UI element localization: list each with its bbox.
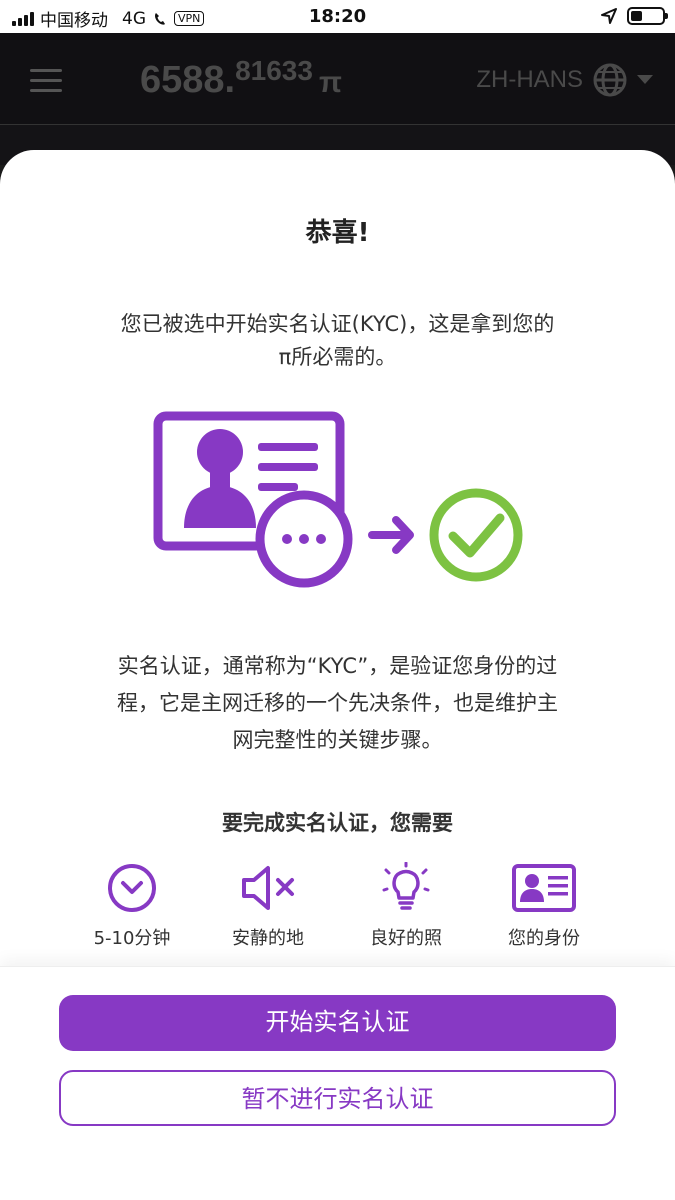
desc-line-2: 程，它是主网迁移的一个先决条件，也是维护主 (117, 691, 558, 715)
requirement-good-lighting: 良好的照 (336, 862, 476, 950)
pi-symbol: π (318, 66, 342, 99)
hamburger-menu-icon[interactable] (30, 69, 62, 99)
requirement-label: 良好的照 (370, 928, 442, 949)
modal-title: 恭喜! (305, 218, 370, 248)
app-header: 6588.81633 π ZH-HANS (0, 33, 675, 125)
status-time: 18:20 (308, 6, 367, 27)
requirements-title: 要完成实名认证，您需要 (222, 811, 453, 835)
chevron-down-icon (637, 75, 653, 84)
requirement-quiet-place: 安静的地 (198, 862, 338, 950)
requirement-identity-document: 您的身份 (474, 862, 614, 950)
status-right (601, 7, 668, 25)
requirement-time: 5-10分钟 (62, 862, 202, 950)
id-card-icon (512, 864, 576, 912)
lightbulb-icon (382, 862, 430, 910)
language-selector[interactable]: ZH-HANS (476, 63, 653, 97)
bottom-action-bar: 开始实名认证 暂不进行实名认证 (0, 966, 675, 1200)
language-code: ZH-HANS (476, 66, 583, 93)
clock-icon (108, 864, 156, 912)
desc-line-3: 网完整性的关键步骤。 (232, 728, 443, 752)
balance-fraction: 81633 (235, 55, 313, 86)
success-check-icon (429, 488, 523, 582)
pi-balance: 6588.81633 π (140, 55, 342, 102)
kyc-description: 实名认证，通常称为“KYC”，是验证您身份的过 程，它是主网迁移的一个先决条件，… (80, 648, 595, 759)
intro-line-2: π所必需的。 (278, 345, 397, 369)
location-arrow-icon (601, 8, 617, 24)
balance-integer: 6588. (140, 59, 236, 101)
globe-icon (593, 63, 627, 97)
pending-dots-circle-icon (255, 490, 353, 588)
requirement-label: 您的身份 (508, 928, 580, 949)
status-bar: 中国移动 4G VPN 18:20 (0, 0, 675, 33)
start-kyc-button[interactable]: 开始实名认证 (59, 995, 616, 1051)
arrow-right-icon (368, 516, 414, 554)
skip-kyc-button[interactable]: 暂不进行实名认证 (59, 1070, 616, 1126)
intro-line-1: 您已被选中开始实名认证(KYC)，这是拿到您的 (120, 312, 555, 336)
battery-icon (627, 7, 668, 25)
desc-line-1: 实名认证，通常称为“KYC”，是验证您身份的过 (117, 654, 558, 678)
intro-text: 您已被选中开始实名认证(KYC)，这是拿到您的 π所必需的。 (80, 308, 595, 374)
kyc-verification-illustration (153, 411, 523, 588)
requirement-label: 安静的地 (232, 928, 304, 949)
mute-icon (242, 866, 294, 910)
requirement-label: 5-10分钟 (93, 928, 171, 949)
